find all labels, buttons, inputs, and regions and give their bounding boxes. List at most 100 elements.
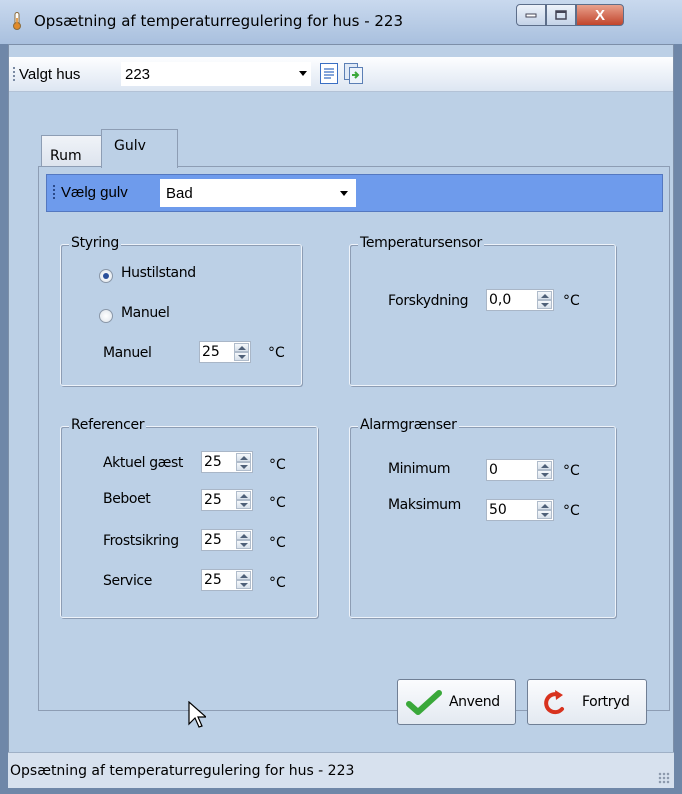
spin-down-icon[interactable] [537,470,552,479]
floor-label: Vælg gulv [61,184,128,201]
ref-spinner-aktuel-gaest[interactable]: 25 [201,451,253,473]
spin-up-icon[interactable] [537,501,552,510]
spin-up-icon[interactable] [537,461,552,470]
toolbar: Valgt hus 223 [9,57,673,92]
spin-down-icon[interactable] [236,580,251,589]
dropdown-arrow-icon[interactable] [299,71,307,76]
spinner-buttons [236,571,251,589]
radio-hustilstand[interactable] [99,269,113,283]
alarmgraenser-title: Alarmgrænser [358,417,459,433]
tab-gulv-label: Gulv [114,138,146,154]
spin-down-icon[interactable] [236,540,251,549]
ref-value: 25 [204,572,222,588]
house-label: Valgt hus [19,66,81,83]
tab-rum[interactable]: Rum [41,135,103,166]
status-text: Opsætning af temperaturregulering for hu… [10,763,355,779]
styring-title: Styring [69,235,121,251]
spinner-buttons [236,491,251,509]
floor-select-value: Bad [166,185,193,202]
spinner-buttons [537,501,552,519]
minimize-icon [525,13,537,18]
spinner-buttons [236,531,251,549]
checkmark-icon [406,690,442,715]
max-unit: °C [563,503,580,519]
spinner-buttons [537,461,552,479]
ref-spinner-frostsikring[interactable]: 25 [201,529,253,551]
max-value: 50 [489,502,507,518]
mouse-cursor-icon [188,701,206,728]
undo-button[interactable]: Fortryd [527,679,647,725]
min-value: 0 [489,462,498,478]
ref-value: 25 [204,492,222,508]
alarmgraenser-group: Alarmgrænser Minimum 0 °C Maksimum 50 °C [349,417,616,618]
house-select-value: 223 [125,66,151,83]
min-unit: °C [563,463,580,479]
tab-panel-gulv: Vælg gulv Bad Styring Hustilstand Manuel… [38,166,670,711]
close-button[interactable]: X [576,4,624,26]
undo-button-label: Fortryd [582,694,630,710]
tab-gulv[interactable]: Gulv [101,129,178,168]
manuel-value: 25 [202,344,220,360]
referencer-group: Referencer Aktuel gæst 25 °C Beboet 25 °… [60,417,318,618]
spin-up-icon[interactable] [236,531,251,540]
radio-manuel-label: Manuel [121,305,170,321]
floor-select[interactable]: Bad [160,179,356,207]
offset-spinner[interactable]: 0,0 [486,289,554,311]
toolbar-grip[interactable] [13,67,17,81]
spin-up-icon[interactable] [234,343,249,352]
spinner-buttons [234,343,249,361]
spin-up-icon[interactable] [537,291,552,300]
spin-down-icon[interactable] [236,462,251,471]
minimize-button[interactable] [516,4,546,26]
min-label: Minimum [388,461,451,477]
window-title: Opsætning af temperaturregulering for hu… [34,12,404,30]
ref-unit: °C [269,457,286,473]
ref-spinner-beboet[interactable]: 25 [201,489,253,511]
undo-arrow-icon [544,690,564,715]
spin-up-icon[interactable] [236,491,251,500]
referencer-title: Referencer [69,417,147,433]
spin-down-icon[interactable] [537,510,552,519]
ref-label-service: Service [103,573,152,589]
max-spinner[interactable]: 50 [486,499,554,521]
spin-down-icon[interactable] [537,300,552,309]
ref-label-aktuel-gaest: Aktuel gæst [103,455,184,471]
ref-unit: °C [269,575,286,591]
spin-up-icon[interactable] [236,453,251,462]
manuel-unit: °C [268,345,285,361]
spin-up-icon[interactable] [236,571,251,580]
ref-unit: °C [269,535,286,551]
thermometer-icon [13,12,21,30]
ref-value: 25 [204,454,222,470]
floor-toolbar-grip[interactable] [53,185,57,199]
max-label: Maksimum [388,497,461,513]
min-spinner[interactable]: 0 [486,459,554,481]
client-area: Valgt hus 223 Rum Gulv Vælg gulv Bad Sty… [8,44,674,787]
close-icon: X [594,6,605,24]
offset-unit: °C [563,293,580,309]
app-window: Opsætning af temperaturregulering for hu… [0,0,682,794]
styring-group: Styring Hustilstand Manuel Manuel 25 °C [60,235,302,386]
house-select[interactable]: 223 [121,62,311,86]
ref-label-frostsikring: Frostsikring [103,533,179,549]
radio-manuel[interactable] [99,309,113,323]
offset-label: Forskydning [388,293,469,309]
spinner-buttons [537,291,552,309]
spinner-buttons [236,453,251,471]
spin-down-icon[interactable] [236,500,251,509]
resize-grip[interactable] [658,772,670,784]
title-bar[interactable]: Opsætning af temperaturregulering for hu… [0,0,682,44]
offset-value: 0,0 [489,292,512,308]
temperatursensor-title: Temperatursensor [358,235,484,251]
spin-down-icon[interactable] [234,352,249,361]
maximize-icon [555,10,567,20]
maximize-button[interactable] [546,4,576,26]
ref-label-beboet: Beboet [103,491,151,507]
document-icon[interactable] [320,63,338,84]
export-icon[interactable] [344,63,364,84]
temperatursensor-group: Temperatursensor Forskydning 0,0 °C [349,235,616,386]
ref-spinner-service[interactable]: 25 [201,569,253,591]
manuel-spinner[interactable]: 25 [199,341,251,363]
dropdown-arrow-icon[interactable] [340,191,348,196]
apply-button[interactable]: Anvend [397,679,516,725]
